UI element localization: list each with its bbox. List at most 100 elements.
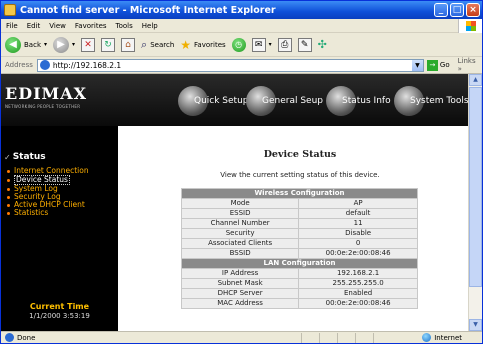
status-divider bbox=[337, 333, 338, 343]
vertical-scrollbar[interactable]: ▲ ▼ bbox=[468, 74, 482, 331]
status-divider bbox=[373, 333, 374, 343]
bullet-icon bbox=[7, 169, 10, 173]
close-button[interactable]: × bbox=[466, 3, 480, 17]
ie-window-icon bbox=[4, 4, 16, 16]
search-label: Search bbox=[150, 40, 175, 49]
menu-favorites[interactable]: Favorites bbox=[75, 22, 107, 30]
bullet-icon bbox=[7, 203, 10, 207]
search-icon: ⌕ bbox=[141, 37, 148, 51]
messenger-icon: ✣ bbox=[317, 38, 327, 51]
home-button[interactable]: ⌂ bbox=[121, 37, 136, 52]
status-divider bbox=[301, 333, 302, 343]
forward-arrow-icon: ▶ bbox=[53, 36, 70, 53]
favorites-label: Favorites bbox=[194, 40, 226, 49]
back-label: Back bbox=[24, 40, 41, 49]
address-dropdown-icon[interactable]: ▼ bbox=[411, 59, 423, 71]
current-time-value: 1/1/2000 3:53:19 bbox=[29, 312, 90, 320]
zone-label: Internet bbox=[434, 333, 462, 342]
stop-icon: ✕ bbox=[81, 37, 96, 52]
messenger-button[interactable]: ✣ bbox=[318, 38, 327, 51]
menu-edit[interactable]: Edit bbox=[27, 22, 41, 30]
nav-quick-setup[interactable]: Quick Setup bbox=[178, 84, 249, 118]
nav-status-info[interactable]: Status Info bbox=[326, 84, 391, 118]
title-bar: Cannot find server - Microsoft Internet … bbox=[1, 1, 482, 19]
sidebar: ✓ Status Internet Connection Device Stat… bbox=[1, 126, 118, 331]
page-icon bbox=[39, 60, 50, 70]
refresh-button[interactable]: ↻ bbox=[101, 37, 116, 52]
scroll-thumb[interactable] bbox=[469, 87, 482, 287]
back-arrow-icon: ◀ bbox=[5, 36, 21, 53]
table-row: Mode AP bbox=[180, 198, 418, 209]
page-done-icon bbox=[5, 333, 14, 342]
menu-file[interactable]: File bbox=[6, 22, 18, 30]
page-description: View the current setting status of this … bbox=[220, 171, 380, 179]
table-row: DHCP Server Enabled bbox=[180, 288, 418, 299]
menu-help[interactable]: Help bbox=[142, 22, 158, 30]
history-icon: ◷ bbox=[231, 37, 246, 52]
internet-zone-icon bbox=[422, 333, 432, 342]
sidebar-item-statistics[interactable]: Statistics bbox=[7, 209, 89, 217]
minimize-button[interactable]: _ bbox=[434, 3, 448, 17]
address-url: http://192.168.2.1 bbox=[52, 60, 122, 70]
menu-bar: File Edit View Favorites Tools Help bbox=[1, 19, 482, 33]
favorites-button[interactable]: ★ Favorites bbox=[180, 38, 225, 52]
go-label: Go bbox=[439, 61, 450, 69]
sidebar-item-internet-connection[interactable]: Internet Connection bbox=[7, 167, 89, 175]
bullet-icon bbox=[7, 195, 10, 199]
status-text: Done bbox=[17, 333, 36, 342]
scroll-down-icon[interactable]: ▼ bbox=[469, 319, 482, 331]
table-row: BSSID 00:0e:2e:00:08:46 bbox=[180, 248, 418, 259]
address-bar: Address http://192.168.2.1 ▼ → Go Links … bbox=[1, 57, 482, 74]
home-icon: ⌂ bbox=[121, 37, 136, 52]
status-divider bbox=[319, 333, 320, 343]
status-divider bbox=[355, 333, 356, 343]
print-icon: ⎙ bbox=[277, 37, 292, 52]
current-time-label: Current Time bbox=[29, 302, 90, 311]
maximize-button[interactable]: □ bbox=[450, 3, 464, 17]
sidebar-menu: Internet Connection Device Status System… bbox=[7, 167, 89, 217]
table-row: Channel Number 11 bbox=[180, 218, 418, 229]
edit-button[interactable]: ✎ bbox=[297, 37, 312, 52]
checkmark-icon: ✓ bbox=[4, 152, 11, 162]
table-row: ESSID default bbox=[180, 208, 418, 219]
nav-system-tools[interactable]: System Tools bbox=[394, 84, 469, 118]
nav-general-setup[interactable]: General Seup bbox=[246, 84, 323, 118]
edimax-logo: EDIMAX bbox=[5, 84, 88, 103]
window-controls: _ □ × bbox=[434, 3, 480, 17]
lan-config-header: LAN Configuration bbox=[181, 258, 418, 269]
wireless-config-header: Wireless Configuration bbox=[181, 188, 418, 199]
address-input[interactable]: http://192.168.2.1 ▼ bbox=[36, 58, 424, 72]
table-row: Security Disable bbox=[180, 228, 418, 239]
edimax-tagline: NETWORKING PEOPLE TOGETHER bbox=[5, 104, 81, 109]
links-button[interactable]: Links » bbox=[458, 57, 482, 73]
forward-button[interactable]: ▶ ▾ bbox=[53, 36, 75, 53]
status-table: Wireless Configuration Mode AP ESSID defau… bbox=[180, 188, 418, 309]
go-button[interactable]: → Go bbox=[426, 59, 450, 71]
table-row: IP Address 192.168.2.1 bbox=[180, 268, 418, 279]
scroll-up-icon[interactable]: ▲ bbox=[469, 74, 482, 86]
edit-icon: ✎ bbox=[297, 37, 312, 52]
page-title: Device Status bbox=[263, 149, 337, 160]
table-row: Subnet Mask 255.255.255.0 bbox=[180, 278, 418, 289]
back-button[interactable]: ◀ Back ▾ bbox=[5, 36, 47, 53]
mail-icon: ✉ bbox=[251, 37, 266, 52]
table-row: Associated Clients 0 bbox=[180, 238, 418, 249]
window-title: Cannot find server - Microsoft Internet … bbox=[20, 4, 276, 16]
toolbar: ◀ Back ▾ ▶ ▾ ✕ ↻ ⌂ ⌕ Search ★ Favorites … bbox=[1, 33, 482, 57]
status-bar: Done Internet bbox=[1, 331, 482, 343]
windows-logo-icon bbox=[458, 19, 482, 33]
search-button[interactable]: ⌕ Search bbox=[141, 38, 174, 52]
security-zone: Internet bbox=[422, 333, 462, 342]
browser-window: Cannot find server - Microsoft Internet … bbox=[0, 0, 483, 344]
print-button[interactable]: ⎙ bbox=[277, 37, 292, 52]
menu-tools[interactable]: Tools bbox=[116, 22, 133, 30]
mail-button[interactable]: ✉ ▾ bbox=[251, 37, 272, 52]
main-panel: Device Status View the current setting s… bbox=[118, 126, 482, 331]
menu-view[interactable]: View bbox=[49, 22, 66, 30]
history-button[interactable]: ◷ bbox=[231, 37, 246, 52]
go-arrow-icon: → bbox=[426, 59, 438, 71]
stop-button[interactable]: ✕ bbox=[81, 37, 96, 52]
bullet-icon bbox=[7, 211, 10, 215]
router-banner: EDIMAX NETWORKING PEOPLE TOGETHER Quick … bbox=[1, 74, 482, 126]
star-icon: ★ bbox=[180, 37, 192, 52]
